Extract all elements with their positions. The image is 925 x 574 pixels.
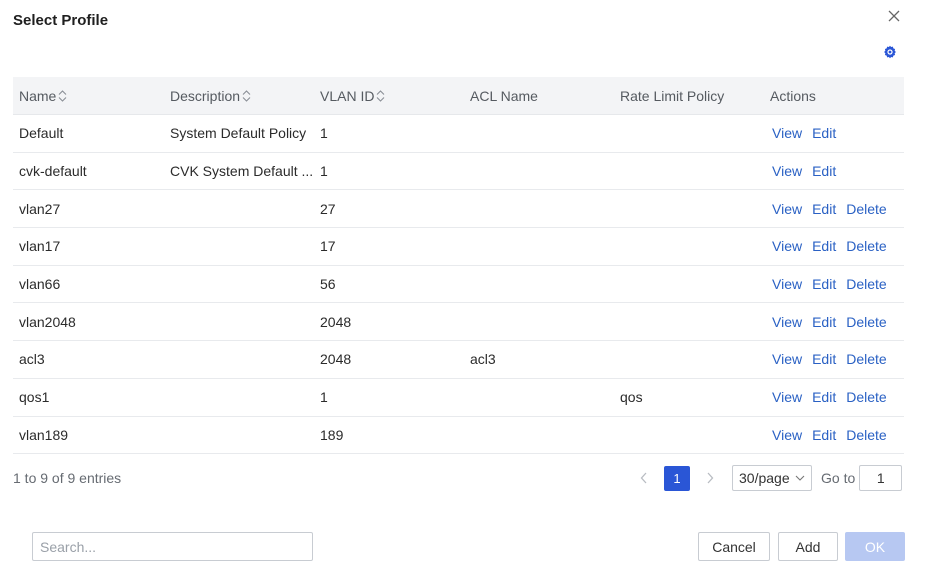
ok-button[interactable]: OK <box>845 532 905 561</box>
chevron-left-icon <box>640 472 647 484</box>
delete-link[interactable]: Delete <box>846 201 886 217</box>
cell-actions: View Edit <box>764 163 904 179</box>
column-header-acl-name: ACL Name <box>470 87 538 104</box>
cell-name: cvk-default <box>19 163 87 180</box>
goto-page-input[interactable] <box>859 465 903 491</box>
delete-link[interactable]: Delete <box>846 238 886 254</box>
close-icon <box>888 10 900 22</box>
cell-acl-name: acl3 <box>470 351 496 368</box>
view-link[interactable]: View <box>772 163 802 179</box>
table-row[interactable]: vlan27 27 View Edit Delete <box>13 190 904 229</box>
cell-description: System Default Policy <box>170 125 307 142</box>
page-size-select[interactable]: 30/page <box>732 465 812 491</box>
column-header-description[interactable]: Description <box>164 77 314 114</box>
cell-rate-limit-policy: qos <box>620 389 643 406</box>
table-row[interactable]: vlan189 189 View Edit Delete <box>13 417 904 455</box>
cell-vlan-id: 1 <box>320 389 328 406</box>
edit-link[interactable]: Edit <box>812 276 836 292</box>
view-link[interactable]: View <box>772 427 802 443</box>
prev-page-button[interactable] <box>632 465 656 491</box>
cell-name: vlan27 <box>19 200 61 217</box>
view-link[interactable]: View <box>772 238 802 254</box>
chevron-down-icon <box>795 475 805 481</box>
table-row[interactable]: vlan66 56 View Edit Delete <box>13 266 904 304</box>
search-input[interactable] <box>32 532 313 561</box>
view-link[interactable]: View <box>772 276 802 292</box>
cell-vlan-id: 189 <box>320 426 344 443</box>
cell-vlan-id: 2048 <box>320 313 352 330</box>
delete-link[interactable]: Delete <box>846 427 886 443</box>
cell-actions: View Edit Delete <box>764 351 904 367</box>
cancel-button[interactable]: Cancel <box>698 532 770 561</box>
next-page-button[interactable] <box>698 465 722 491</box>
edit-link[interactable]: Edit <box>812 163 836 179</box>
column-settings-button[interactable] <box>881 43 899 61</box>
column-header-actions: Actions <box>770 87 816 104</box>
delete-link[interactable]: Delete <box>846 351 886 367</box>
edit-link[interactable]: Edit <box>812 314 836 330</box>
profile-table: Name Description VLAN ID ACL Name Rate L… <box>13 77 904 455</box>
edit-link[interactable]: Edit <box>812 201 836 217</box>
cell-actions: View Edit Delete <box>764 389 904 405</box>
edit-link[interactable]: Edit <box>812 427 836 443</box>
sort-icon[interactable] <box>58 89 67 103</box>
cell-actions: View Edit Delete <box>764 314 904 330</box>
cell-vlan-id: 1 <box>320 125 328 142</box>
page-number-button[interactable]: 1 <box>664 465 690 491</box>
cell-name: vlan17 <box>19 238 61 255</box>
sort-icon[interactable] <box>242 89 251 103</box>
column-header-rate-limit-policy: Rate Limit Policy <box>620 87 725 104</box>
edit-link[interactable]: Edit <box>812 238 836 254</box>
cell-vlan-id: 27 <box>320 200 336 217</box>
gear-icon <box>884 45 896 59</box>
cell-actions: View Edit Delete <box>764 276 904 292</box>
entries-summary: 1 to 9 of 9 entries <box>13 470 122 486</box>
table-row[interactable]: Default System Default Policy 1 View Edit <box>13 115 904 153</box>
table-row[interactable]: cvk-default CVK System Default ... 1 View Ed… <box>13 153 904 191</box>
cell-vlan-id: 17 <box>320 238 336 255</box>
view-link[interactable]: View <box>772 389 802 405</box>
sort-icon[interactable] <box>376 89 385 103</box>
cell-name: qos1 <box>19 389 50 406</box>
chevron-right-icon <box>707 472 714 484</box>
cell-vlan-id: 2048 <box>320 351 352 368</box>
cell-description: CVK System Default ... <box>170 163 314 180</box>
cell-actions: View Edit Delete <box>764 427 904 443</box>
add-button[interactable]: Add <box>778 532 838 561</box>
cell-name: vlan189 <box>19 426 69 443</box>
pagination: 1 30/page Go to <box>632 465 903 491</box>
cell-actions: View Edit Delete <box>764 201 904 217</box>
cell-name: acl3 <box>19 351 45 368</box>
column-header-vlan-id[interactable]: VLAN ID <box>314 77 464 114</box>
column-header-name[interactable]: Name <box>13 77 164 114</box>
view-link[interactable]: View <box>772 201 802 217</box>
cell-vlan-id: 1 <box>320 163 328 180</box>
cell-actions: View Edit Delete <box>764 238 904 254</box>
dialog-title: Select Profile <box>13 12 109 29</box>
cell-name: vlan2048 <box>19 313 76 330</box>
cell-actions: View Edit <box>764 125 904 141</box>
edit-link[interactable]: Edit <box>812 389 836 405</box>
table-body: Default System Default Policy 1 View Edit cvk… <box>13 115 904 455</box>
close-button[interactable] <box>884 6 904 26</box>
cell-name: vlan66 <box>19 276 61 293</box>
delete-link[interactable]: Delete <box>846 276 886 292</box>
table-row[interactable]: acl3 2048 acl3 View Edit Delete <box>13 341 904 379</box>
delete-link[interactable]: Delete <box>846 389 886 405</box>
delete-link[interactable]: Delete <box>846 314 886 330</box>
table-header: Name Description VLAN ID ACL Name Rate L… <box>13 77 904 115</box>
goto-label: Go to <box>821 470 856 486</box>
view-link[interactable]: View <box>772 125 802 141</box>
edit-link[interactable]: Edit <box>812 125 836 141</box>
cell-vlan-id: 56 <box>320 276 336 293</box>
cell-name: Default <box>19 125 64 142</box>
table-row[interactable]: vlan17 17 View Edit Delete <box>13 228 904 266</box>
table-row[interactable]: qos1 1 qos View Edit Delete <box>13 379 904 417</box>
edit-link[interactable]: Edit <box>812 351 836 367</box>
table-row[interactable]: vlan2048 2048 View Edit Delete <box>13 303 904 342</box>
view-link[interactable]: View <box>772 351 802 367</box>
view-link[interactable]: View <box>772 314 802 330</box>
